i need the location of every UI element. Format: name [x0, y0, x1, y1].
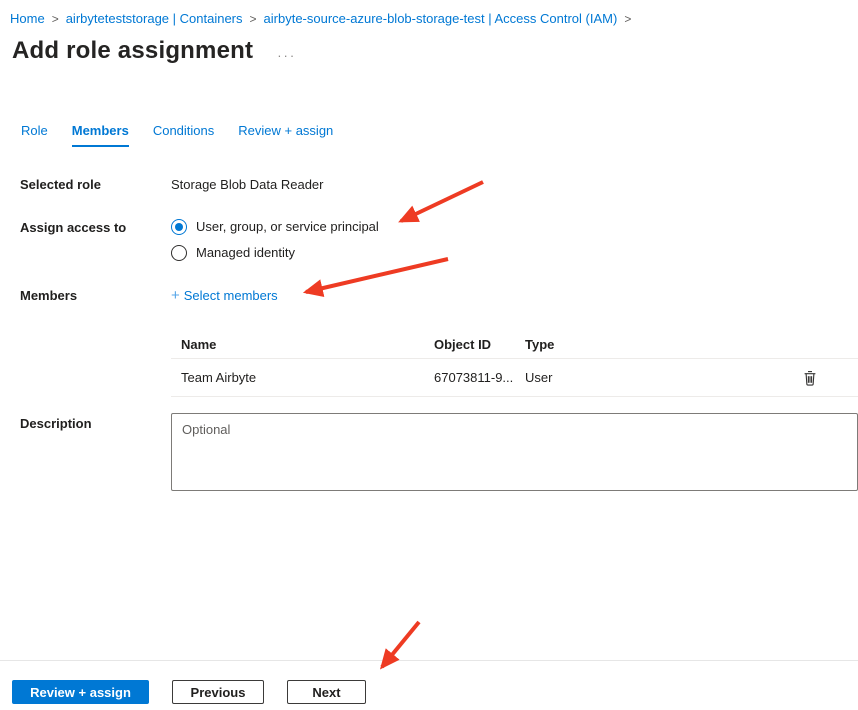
title-row: Add role assignment ···: [12, 37, 296, 65]
page-title: Add role assignment: [12, 37, 253, 65]
selected-role-value: Storage Blob Data Reader: [171, 177, 323, 192]
breadcrumb: Home > airbyteteststorage | Containers > air…: [10, 11, 638, 26]
plus-icon: +: [171, 287, 180, 304]
radio-unselected-icon: [171, 245, 187, 261]
breadcrumb-storage-containers[interactable]: airbyteteststorage | Containers: [66, 11, 243, 26]
member-name-cell: Team Airbyte: [171, 370, 434, 385]
column-header-actions: [803, 337, 858, 358]
radio-managed-identity[interactable]: Managed identity: [171, 245, 379, 261]
arrow-to-user-group-radio: [401, 182, 483, 221]
next-button[interactable]: Next: [287, 680, 366, 704]
assign-access-to-radio-group: User, group, or service principal Manage…: [171, 219, 379, 261]
breadcrumb-separator: >: [52, 12, 59, 26]
select-members-link[interactable]: + Select members: [171, 287, 278, 304]
selected-role-label: Selected role: [20, 177, 101, 192]
member-object-id-cell: 67073811-9...: [434, 370, 525, 385]
breadcrumb-access-control-iam[interactable]: airbyte-source-azure-blob-storage-test |…: [264, 11, 618, 26]
radio-option-label: User, group, or service principal: [196, 219, 379, 235]
arrow-to-select-members: [306, 259, 448, 292]
tab-bar: Role Members Conditions Review + assign: [21, 123, 333, 147]
tab-members[interactable]: Members: [72, 123, 129, 147]
select-members-label: Select members: [184, 288, 278, 303]
description-input[interactable]: [171, 413, 858, 491]
breadcrumb-separator: >: [250, 12, 257, 26]
column-header-object-id[interactable]: Object ID: [434, 337, 525, 358]
radio-option-label: Managed identity: [196, 245, 295, 261]
review-assign-button[interactable]: Review + assign: [12, 680, 149, 704]
delete-member-button[interactable]: [803, 370, 817, 386]
table-header-row: Name Object ID Type: [171, 332, 858, 359]
tab-conditions[interactable]: Conditions: [153, 123, 214, 147]
tab-review-assign[interactable]: Review + assign: [238, 123, 333, 147]
tab-role[interactable]: Role: [21, 123, 48, 147]
previous-button[interactable]: Previous: [172, 680, 264, 704]
more-menu-button[interactable]: ···: [277, 48, 296, 63]
description-label: Description: [20, 416, 92, 431]
radio-user-group-service-principal[interactable]: User, group, or service principal: [171, 219, 379, 235]
members-label: Members: [20, 288, 77, 303]
members-table: Name Object ID Type Team Airbyte 6707381…: [171, 332, 858, 397]
footer-divider: [0, 660, 858, 661]
member-type-cell: User: [525, 370, 803, 385]
breadcrumb-home[interactable]: Home: [10, 11, 45, 26]
column-header-type[interactable]: Type: [525, 337, 803, 358]
radio-selected-icon: [171, 219, 187, 235]
member-actions-cell: [803, 369, 858, 386]
table-row: Team Airbyte 67073811-9... User: [171, 359, 858, 397]
column-header-name[interactable]: Name: [171, 337, 434, 358]
assign-access-to-label: Assign access to: [20, 220, 126, 235]
trash-icon: [803, 370, 817, 386]
breadcrumb-separator: >: [624, 12, 631, 26]
